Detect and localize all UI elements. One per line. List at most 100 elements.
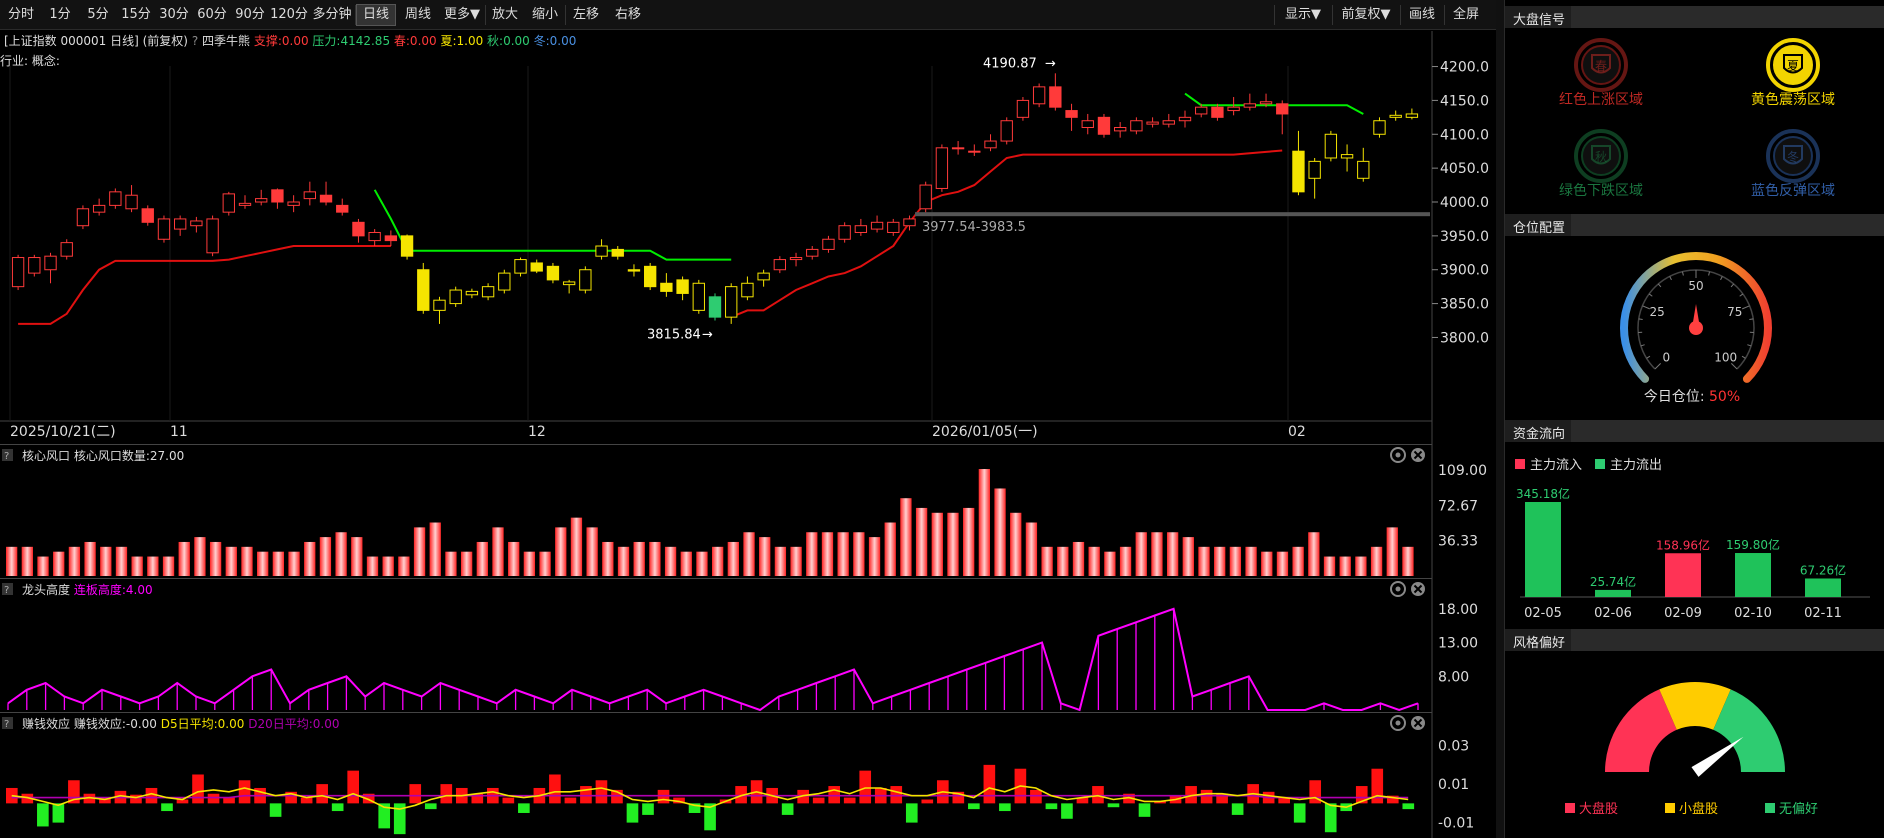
core-wind-bar[interactable] <box>1010 512 1022 576</box>
core-wind-bar[interactable] <box>304 541 316 576</box>
core-wind-bar[interactable] <box>586 527 598 576</box>
core-wind-bar[interactable] <box>868 537 881 576</box>
candle[interactable] <box>368 231 381 242</box>
core-wind-bar[interactable] <box>1198 546 1210 576</box>
money-effect-bar[interactable] <box>564 797 577 804</box>
money-effect-bar[interactable] <box>1324 803 1337 833</box>
candle[interactable] <box>627 269 641 272</box>
flow-bar[interactable] <box>1525 502 1561 597</box>
core-wind-bar[interactable] <box>1104 551 1116 576</box>
core-wind-bar[interactable] <box>884 522 896 576</box>
candle[interactable] <box>303 191 317 200</box>
candle[interactable] <box>92 204 106 213</box>
core-wind-bar[interactable] <box>445 551 457 576</box>
core-wind-bar[interactable] <box>1088 546 1100 576</box>
core-wind-bar[interactable] <box>1339 556 1351 576</box>
period-button[interactable]: 周线 <box>398 4 438 26</box>
candle[interactable] <box>1178 116 1192 122</box>
core-wind-bar[interactable] <box>1025 522 1038 576</box>
period-button[interactable]: 1分 <box>42 4 78 26</box>
money-effect-bar[interactable] <box>145 787 158 804</box>
money-effect-bar[interactable] <box>999 803 1011 812</box>
leader-height-panel[interactable]: ? 龙头高度 连板高度:4.00 18.00 13.00 8.00 <box>0 578 1496 712</box>
candle[interactable] <box>806 248 819 257</box>
money-effect-bar[interactable] <box>905 803 918 823</box>
candle[interactable] <box>822 238 835 250</box>
money-effect-bar[interactable] <box>238 780 251 804</box>
candlestick-chart[interactable]: 4200.0 4150.0 4100.0 4050.0 4000.0 3950.0 3900… <box>0 31 1496 444</box>
core-wind-bar[interactable] <box>649 541 661 576</box>
core-wind-bar[interactable] <box>680 551 692 576</box>
money-effect-bar[interactable] <box>1138 803 1151 817</box>
candle[interactable] <box>190 220 203 227</box>
core-wind-bar[interactable] <box>147 556 159 576</box>
core-wind-bar[interactable] <box>1119 546 1132 576</box>
core-wind-bar[interactable] <box>1292 546 1304 576</box>
money-effect-bar[interactable] <box>300 797 313 804</box>
core-wind-bar[interactable] <box>288 551 300 576</box>
core-wind-bar[interactable] <box>774 546 787 576</box>
candle[interactable] <box>498 272 511 291</box>
candle[interactable] <box>984 140 997 149</box>
candle[interactable] <box>481 286 495 298</box>
core-wind-bar[interactable] <box>382 556 394 576</box>
money-effect-bar[interactable] <box>1061 803 1073 819</box>
core-wind-bar[interactable] <box>727 541 739 576</box>
candle[interactable] <box>530 262 543 272</box>
candle[interactable] <box>222 193 235 213</box>
money-effect-bar[interactable] <box>1045 803 1058 810</box>
core-wind-bar[interactable] <box>1308 532 1320 576</box>
candle[interactable] <box>757 272 770 281</box>
core-wind-bar[interactable] <box>633 541 645 576</box>
candle[interactable] <box>546 265 560 281</box>
candle[interactable] <box>60 242 73 257</box>
core-wind-bar[interactable] <box>84 541 96 576</box>
candle[interactable] <box>352 221 365 237</box>
flow-bar[interactable] <box>1805 578 1841 597</box>
core-wind-bar[interactable] <box>1323 556 1336 576</box>
core-wind-bar[interactable] <box>821 532 834 576</box>
candle[interactable] <box>1097 116 1111 135</box>
candle[interactable] <box>174 218 187 230</box>
core-wind-bar[interactable] <box>1166 532 1179 576</box>
core-wind-bar[interactable] <box>1041 546 1053 576</box>
core-wind-bar[interactable] <box>225 546 237 576</box>
candle[interactable] <box>141 208 154 223</box>
candle[interactable] <box>1292 150 1305 193</box>
candle[interactable] <box>1130 120 1143 132</box>
candle[interactable] <box>870 221 884 230</box>
money-effect-bar[interactable] <box>1402 803 1415 810</box>
candle[interactable] <box>1276 103 1289 115</box>
money-effect-bar[interactable] <box>843 797 856 804</box>
money-effect-bar[interactable] <box>828 786 841 804</box>
money-effect-bar[interactable] <box>1293 803 1306 823</box>
flow-bar[interactable] <box>1665 553 1701 597</box>
candle[interactable] <box>1259 101 1273 105</box>
candle[interactable] <box>903 218 916 227</box>
core-wind-bar[interactable] <box>1355 556 1367 576</box>
period-button[interactable]: 日线 <box>356 4 396 26</box>
core-wind-bar[interactable] <box>853 532 865 576</box>
candle[interactable] <box>1227 106 1240 112</box>
core-wind-bar[interactable] <box>476 541 488 576</box>
candle[interactable] <box>44 255 57 271</box>
money-effect-bar[interactable] <box>1030 789 1042 804</box>
candle[interactable] <box>1081 120 1094 128</box>
core-wind-bar[interactable] <box>664 546 677 576</box>
core-wind-bar[interactable] <box>131 556 143 576</box>
money-effect-bar[interactable] <box>1107 803 1120 808</box>
core-wind-bar[interactable] <box>351 537 363 576</box>
candle[interactable] <box>660 282 673 292</box>
core-wind-bar[interactable] <box>931 512 943 576</box>
period-button[interactable]: 30分 <box>156 4 192 26</box>
core-wind-bar[interactable] <box>1276 551 1289 576</box>
money-effect-bar[interactable] <box>595 780 608 804</box>
core-wind-bar[interactable] <box>1386 527 1398 576</box>
candle[interactable] <box>28 257 41 274</box>
core-wind-bar[interactable] <box>178 541 190 576</box>
candle[interactable] <box>319 194 333 203</box>
candle[interactable] <box>562 281 576 286</box>
core-wind-bar[interactable] <box>1214 546 1226 576</box>
core-wind-bar[interactable] <box>790 546 802 576</box>
core-wind-bar[interactable] <box>1072 541 1085 576</box>
